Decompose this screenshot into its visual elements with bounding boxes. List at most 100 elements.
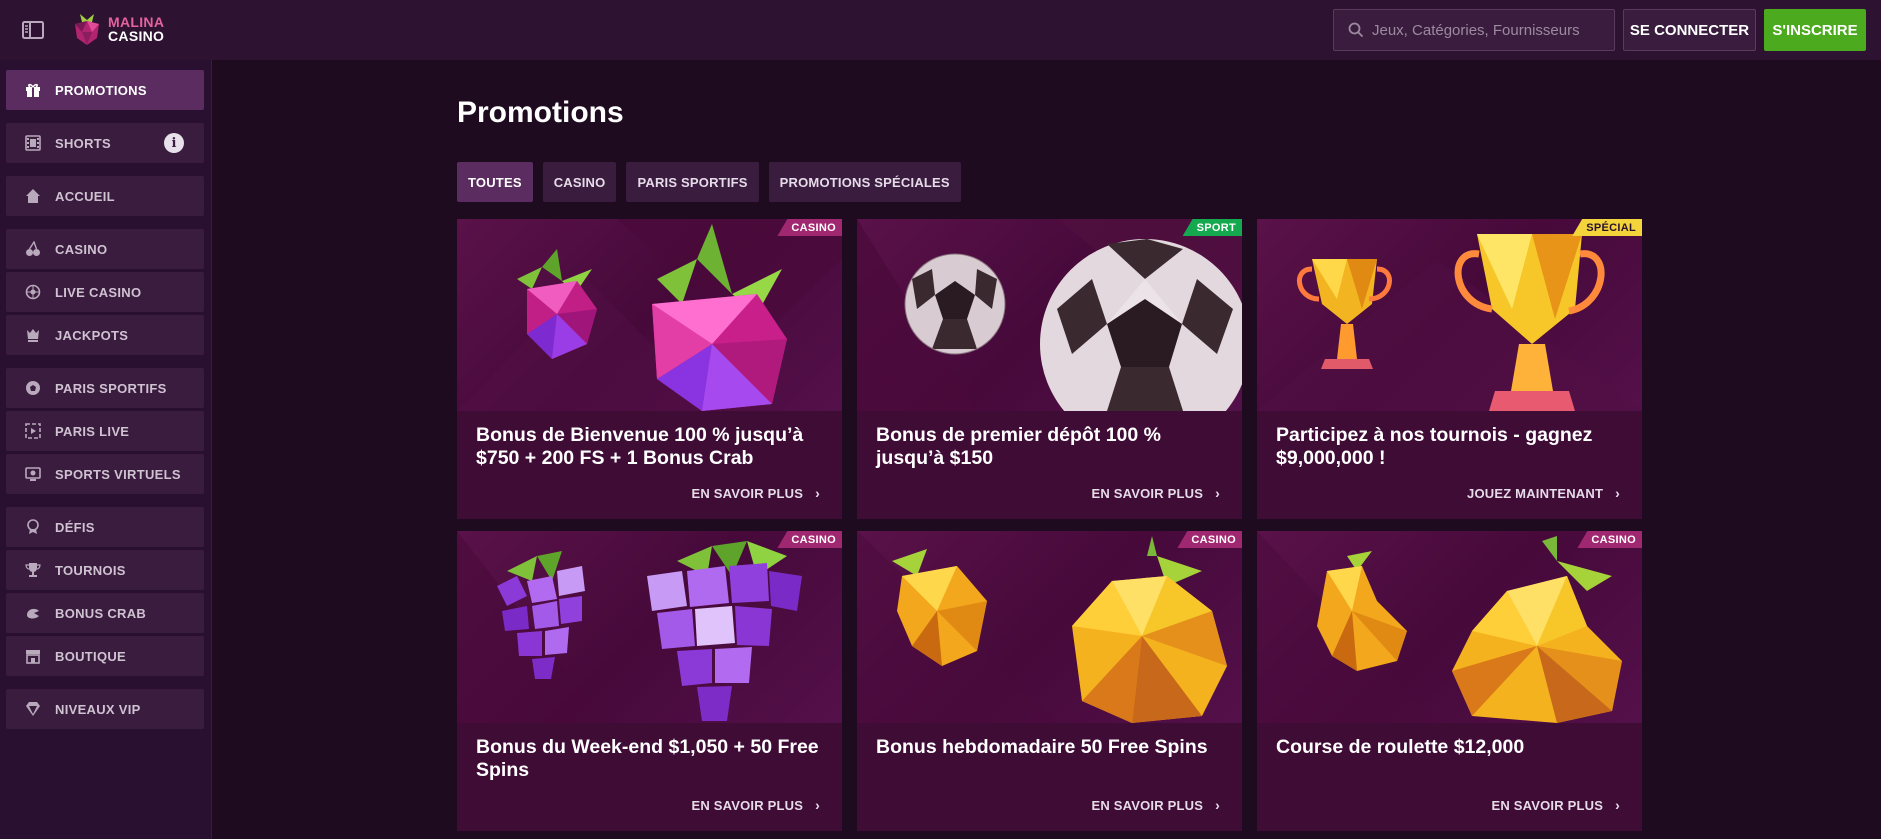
medal-icon: [24, 518, 42, 536]
promo-card-first-deposit[interactable]: SPORT Bonus de premier dépôt 100 % jusqu…: [857, 219, 1242, 519]
crab-icon: [24, 604, 42, 622]
cta-label: EN SAVOIR PLUS: [1091, 797, 1204, 813]
sidebar-item-label: PROMOTIONS: [55, 82, 147, 98]
card-cta-link[interactable]: EN SAVOIR PLUS ›: [1091, 485, 1220, 501]
card-title: Bonus de premier dépôt 100 % jusqu’à $15…: [876, 424, 1161, 469]
virtual-icon: [24, 465, 42, 483]
pear-image: [1257, 531, 1642, 723]
sidebar-item-promotions[interactable]: PROMOTIONS: [6, 70, 204, 110]
film-icon: [24, 134, 42, 152]
card-cta-link[interactable]: EN SAVOIR PLUS ›: [691, 797, 820, 813]
home-icon: [24, 187, 42, 205]
sidebar-item-label: CASINO: [55, 241, 108, 257]
sidebar-item-label: ACCUEIL: [55, 188, 115, 204]
chevron-right-icon: ›: [1615, 485, 1620, 501]
sidebar-item-label: BONUS CRAB: [55, 605, 147, 621]
category-badge: CASINO: [1177, 531, 1242, 548]
card-cta-link[interactable]: EN SAVOIR PLUS ›: [691, 485, 820, 501]
sidebar-item-label: LIVE CASINO: [55, 284, 142, 300]
sidebar-item-jackpots[interactable]: JACKPOTS: [6, 315, 204, 355]
tab-casino[interactable]: CASINO: [542, 162, 617, 202]
promo-card-roulette-race[interactable]: CASINO Course de roulette $12,000 EN SAV…: [1257, 531, 1642, 831]
sidebar-item-accueil[interactable]: ACCUEIL: [6, 176, 204, 216]
raspberry-image: [457, 219, 842, 411]
sidebar-item-label: NIVEAUX VIP: [55, 701, 141, 717]
tab-paris-sportifs[interactable]: PARIS SPORTIFS: [626, 162, 759, 202]
shop-icon: [24, 647, 42, 665]
card-title: Bonus de Bienvenue 100 % jusqu’à $750 + …: [476, 424, 804, 469]
tab-promotions-speciales[interactable]: PROMOTIONS SPÉCIALES: [768, 162, 961, 202]
sidebar-item-label: DÉFIS: [55, 519, 95, 535]
sidebar-item-live-casino[interactable]: LIVE CASINO: [6, 272, 204, 312]
cherries-icon: [24, 240, 42, 258]
sidebar-item-boutique[interactable]: BOUTIQUE: [6, 636, 204, 676]
card-cta-link[interactable]: EN SAVOIR PLUS ›: [1491, 797, 1620, 813]
card-cta-link[interactable]: EN SAVOIR PLUS ›: [1091, 797, 1220, 813]
sidebar-item-defis[interactable]: DÉFIS: [6, 507, 204, 547]
signup-button[interactable]: S'INSCRIRE: [1764, 9, 1866, 51]
live-icon: [24, 422, 42, 440]
search-icon: [1348, 22, 1364, 38]
roulette-icon: [24, 283, 42, 301]
category-badge: CASINO: [777, 531, 842, 548]
cta-label: JOUEZ MAINTENANT: [1467, 485, 1604, 501]
promo-card-tournaments[interactable]: SPÉCIAL Participez à nos tournois - gagn…: [1257, 219, 1642, 519]
sidebar-item-shorts[interactable]: SHORTS i: [6, 123, 204, 163]
football-image: [857, 219, 1242, 411]
sidebar-item-paris-live[interactable]: PARIS LIVE: [6, 411, 204, 451]
promo-card-welcome-bonus[interactable]: CASINO Bonus de Bienvenue 100 % jusqu’à …: [457, 219, 842, 519]
top-header: MALINA CASINO SE CONNECTER S'INSCRIRE: [0, 0, 1881, 60]
category-badge: CASINO: [1577, 531, 1642, 548]
trophy-icon: [24, 561, 42, 579]
search-input[interactable]: [1372, 21, 1602, 39]
sidebar-item-niveaux-vip[interactable]: NIVEAUX VIP: [6, 689, 204, 729]
chevron-right-icon: ›: [815, 797, 820, 813]
card-title: Bonus hebdomadaire 50 Free Spins: [876, 736, 1208, 758]
cta-label: EN SAVOIR PLUS: [691, 797, 804, 813]
promotion-tabs: TOUTES CASINO PARIS SPORTIFS PROMOTIONS …: [457, 162, 961, 202]
card-title: Participez à nos tournois - gagnez $9,00…: [1276, 424, 1593, 469]
sidebar-item-label: SPORTS VIRTUELS: [55, 466, 181, 482]
sidebar-toggle-icon[interactable]: [22, 20, 44, 40]
malina-casino-logo[interactable]: MALINA CASINO: [72, 12, 164, 46]
card-cta-link[interactable]: JOUEZ MAINTENANT ›: [1467, 485, 1620, 501]
logo-text-casino: CASINO: [108, 28, 165, 44]
login-button[interactable]: SE CONNECTER: [1623, 9, 1756, 51]
sidebar-item-label: SHORTS: [55, 135, 111, 151]
sidebar-item-bonus-crab[interactable]: BONUS CRAB: [6, 593, 204, 633]
page-title: Promotions: [457, 96, 624, 129]
info-icon[interactable]: i: [164, 133, 184, 153]
gift-icon: [24, 81, 42, 99]
card-title: Course de roulette $12,000: [1276, 736, 1525, 758]
sidebar-item-casino[interactable]: CASINO: [6, 229, 204, 269]
chevron-right-icon: ›: [815, 485, 820, 501]
promo-card-weekend-bonus[interactable]: CASINO Bonus du Week-end $1,050 + 50 Fre…: [457, 531, 842, 831]
chevron-right-icon: ›: [1215, 485, 1220, 501]
raspberry-logo-icon: [75, 14, 99, 45]
tab-toutes[interactable]: TOUTES: [457, 162, 533, 202]
category-badge: SPÉCIAL: [1572, 219, 1642, 236]
sidebar-item-label: JACKPOTS: [55, 327, 129, 343]
football-icon: [24, 379, 42, 397]
sidebar: PROMOTIONS SHORTS i ACCUEIL CASINO LIVE …: [0, 60, 212, 839]
category-badge: SPORT: [1182, 219, 1242, 236]
diamond-icon: [24, 700, 42, 718]
sidebar-item-sports-virtuels[interactable]: SPORTS VIRTUELS: [6, 454, 204, 494]
trophy-image: [1257, 219, 1642, 411]
sidebar-item-label: PARIS LIVE: [55, 423, 130, 439]
sidebar-item-tournois[interactable]: TOURNOIS: [6, 550, 204, 590]
category-badge: CASINO: [777, 219, 842, 236]
promo-card-weekly-bonus[interactable]: CASINO Bonus hebdomadaire 50 Free Spins …: [857, 531, 1242, 831]
chevron-right-icon: ›: [1215, 797, 1220, 813]
chevron-right-icon: ›: [1615, 797, 1620, 813]
cta-label: EN SAVOIR PLUS: [691, 485, 804, 501]
card-title: Bonus du Week-end $1,050 + 50 Free Spins: [476, 736, 819, 781]
sidebar-item-paris-sportifs[interactable]: PARIS SPORTIFS: [6, 368, 204, 408]
sidebar-item-label: PARIS SPORTIFS: [55, 380, 167, 396]
logo-text-malina: MALINA: [108, 14, 165, 30]
lemon-image: [857, 531, 1242, 723]
search-box[interactable]: [1333, 9, 1615, 51]
grapes-image: [457, 531, 842, 723]
sidebar-item-label: BOUTIQUE: [55, 648, 127, 664]
jackpot-icon: [24, 326, 42, 344]
